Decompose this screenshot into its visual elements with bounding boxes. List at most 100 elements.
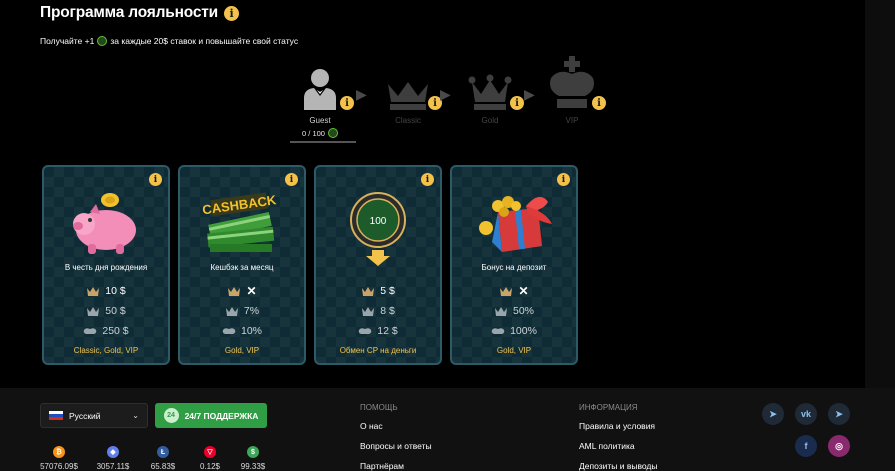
comp-point-icon (97, 36, 108, 46)
rate-value: 65.83$ (150, 462, 176, 471)
footer-info-column: ИНФОРМАЦИЯ Правила и условия AML политик… (579, 403, 658, 471)
gift-box-icon (479, 196, 552, 252)
page-title: Программа лояльности i (40, 4, 239, 22)
level-classic[interactable]: i Classic (378, 52, 442, 125)
subtitle-prefix: Получайте +1 (40, 36, 95, 46)
level-progress-text: 0 / 100 (302, 128, 325, 138)
not-available-icon: ✕ (246, 284, 257, 298)
footer-link-terms[interactable]: Правила и условия (579, 421, 658, 431)
crown-vip-icon (550, 56, 594, 108)
footer-link-deposits[interactable]: Депозиты и выводы (579, 461, 658, 471)
card-levels: Gold, VIP (224, 346, 260, 355)
facebook-icon[interactable]: f (795, 435, 817, 457)
card-title: Бонус на депозит (481, 263, 547, 272)
info-icon[interactable]: i (223, 5, 239, 21)
level-gold[interactable]: i Gold (460, 52, 524, 125)
rate-value: 99.33$ (240, 462, 266, 471)
crown-vip-icon (83, 326, 97, 336)
crown-gold-icon (468, 74, 512, 110)
support-label: 24/7 ПОДДЕРЖКА (184, 410, 259, 421)
language-select[interactable]: Русский ⌄ (40, 403, 148, 428)
crown-classic-icon (227, 286, 241, 296)
level-name: Classic (395, 116, 421, 125)
level-progress-bar (290, 141, 356, 143)
reward-gold: 8 $ (380, 305, 395, 317)
card-birthday[interactable]: i В честь дня рождения 10 $ 50 $ 250 $ C… (42, 165, 170, 365)
level-name: VIP (565, 116, 579, 125)
person-icon (304, 69, 336, 110)
chip-100-icon: 100 (350, 192, 406, 266)
telegram-chat-icon[interactable]: ➤ (828, 403, 850, 425)
crown-classic-icon (361, 286, 375, 296)
crown-gold-icon (225, 306, 239, 316)
crown-vip-icon (358, 326, 372, 336)
russia-flag-icon (49, 410, 63, 421)
litecoin-icon: Ł (157, 446, 169, 458)
info-icon[interactable]: i (421, 173, 434, 186)
card-levels: Classic, Gold, VIP (73, 346, 139, 355)
level-name: Gold (481, 116, 499, 125)
crown-gold-icon (86, 306, 100, 316)
level-vip[interactable]: i VIP (542, 52, 606, 125)
crown-classic-icon (86, 286, 100, 296)
info-icon[interactable]: i (149, 173, 162, 186)
instagram-icon[interactable]: ◎ (828, 435, 850, 457)
card-exchange[interactable]: i 100 5 $ 8 $ 12 $ Обмен CP на деньги (314, 165, 442, 365)
chat-icon: 24 (163, 408, 179, 423)
ethereum-icon: ◆ (107, 446, 119, 458)
info-icon[interactable]: i (592, 96, 606, 110)
rate-ethereum: ◆ 3057.11$ (88, 446, 138, 471)
reward-vip: 100% (510, 325, 537, 337)
info-icon[interactable]: i (340, 96, 354, 110)
arrow-right-icon: ▶ (356, 86, 367, 102)
crown-gold-icon (494, 306, 508, 316)
subtitle-suffix: за каждые 20$ ставок и повышайте свой ст… (110, 36, 299, 46)
card-cashback[interactable]: i CASHBACK Кешбэк за месяц ✕ 7% 10% Gold… (178, 165, 306, 365)
reward-vip: 250 $ (102, 325, 129, 337)
info-icon[interactable]: i (285, 173, 298, 186)
crown-classic-icon (499, 286, 513, 296)
language-label: Русский (69, 410, 101, 421)
rate-dollar: $ 99.33$ (228, 446, 278, 471)
level-name: Guest (309, 116, 331, 125)
support-button[interactable]: 24 24/7 ПОДДЕРЖКА (155, 403, 267, 428)
footer-link-about[interactable]: О нас (360, 421, 432, 431)
card-title: В честь дня рождения (64, 263, 148, 272)
piggy-bank-icon (73, 193, 136, 254)
cashback-icon: CASHBACK (202, 192, 278, 252)
reward-gold: 50% (512, 305, 534, 317)
crown-gold-icon (361, 306, 375, 316)
reward-classic: 5 $ (380, 285, 395, 297)
rate-litecoin: Ł 65.83$ (138, 446, 188, 471)
reward-classic: 10 $ (105, 285, 126, 297)
reward-gold: 7% (243, 305, 260, 317)
rate-value: 57076.09$ (40, 462, 78, 471)
footer-column-header: ИНФОРМАЦИЯ (579, 403, 638, 412)
vk-icon[interactable]: vk (795, 403, 817, 425)
arrow-right-icon: ▶ (440, 86, 451, 102)
info-icon[interactable]: i (557, 173, 570, 186)
footer-link-faq[interactable]: Вопросы и ответы (360, 441, 432, 451)
not-available-icon: ✕ (518, 284, 529, 298)
crypto-rates: ₿ 57076.09$ ◆ 3057.11$ Ł 65.83$ ▽ 0.12$ … (40, 446, 280, 471)
card-deposit-bonus[interactable]: i Бонус на депозит ✕ 50% 100% Gold, VIP (450, 165, 578, 365)
page-title-text: Программа лояльности (40, 4, 218, 21)
level-guest[interactable]: i Guest 0 / 100 (290, 52, 356, 143)
svg-text:100: 100 (370, 216, 387, 227)
rate-value: 3057.11$ (96, 462, 130, 471)
reward-vip: 10% (240, 325, 262, 337)
chevron-down-icon: ⌄ (132, 411, 139, 420)
comp-point-icon (327, 128, 338, 138)
info-icon[interactable]: i (510, 96, 524, 110)
footer-link-aml[interactable]: AML политика (579, 441, 658, 451)
crown-vip-icon (491, 326, 505, 336)
telegram-icon[interactable]: ➤ (762, 403, 784, 425)
page-edge (865, 0, 895, 388)
reward-gold: 50 $ (105, 305, 126, 317)
footer-link-partners[interactable]: Партнёрам (360, 461, 432, 471)
tron-icon: ▽ (204, 446, 216, 458)
reward-vip: 12 $ (377, 325, 398, 337)
crown-vip-icon (222, 326, 236, 336)
arrow-right-icon: ▶ (524, 86, 535, 102)
card-title: Кешбэк за месяц (210, 263, 274, 272)
